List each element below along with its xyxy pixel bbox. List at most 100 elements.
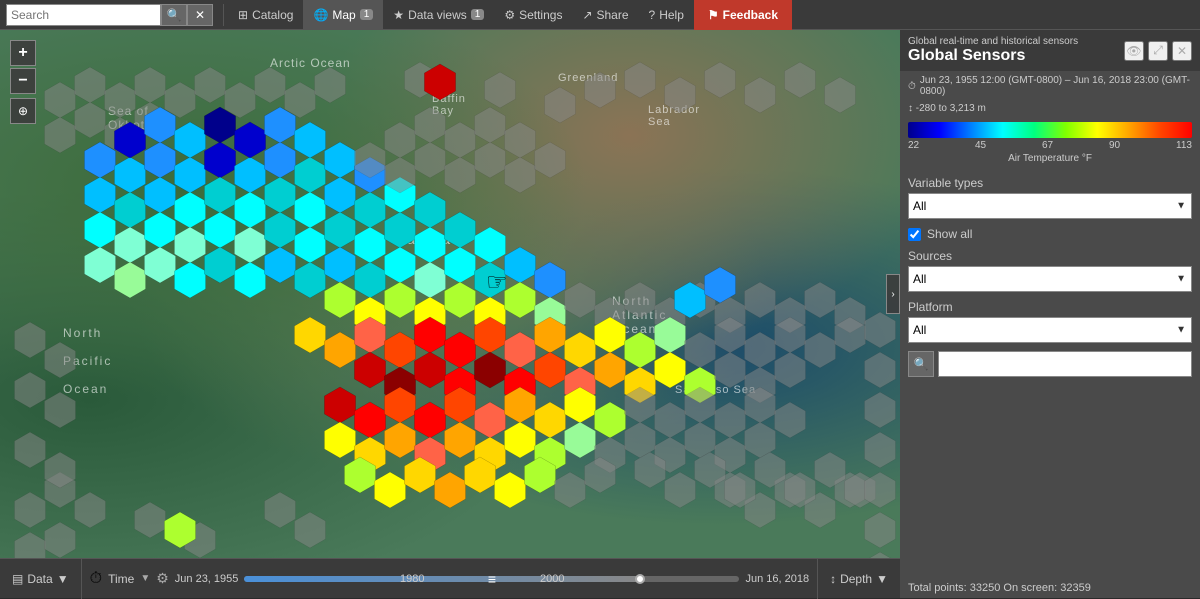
zoom-fit-button[interactable]: ⊕ (10, 98, 36, 124)
timeline-track[interactable]: ≡ (244, 576, 739, 582)
panel-search-icon: 🔍 (908, 351, 934, 377)
panel-stats: Total points: 33250 On screen: 32359 (900, 578, 1200, 598)
color-gradient (908, 122, 1192, 138)
zoom-out-button[interactable]: − (10, 68, 36, 94)
scale-label-2: 67 (1042, 140, 1053, 151)
right-panel: Global real-time and historical sensors … (900, 30, 1200, 598)
share-label: Share (597, 8, 629, 22)
depth-icon: ↕ (830, 572, 836, 586)
scale-label-4: 113 (1176, 140, 1192, 151)
catalog-icon: ⊞ (238, 8, 248, 22)
show-all-checkbox[interactable] (908, 228, 921, 241)
share-icon: ↗ (582, 8, 592, 22)
sources-select-wrapper: All ▼ (908, 266, 1192, 292)
platform-label: Platform (908, 300, 1192, 314)
timeline-marker: ≡ (488, 571, 496, 587)
variable-types-select[interactable]: All (908, 193, 1192, 219)
panel-header-left: Global real-time and historical sensors … (908, 36, 1078, 65)
settings-button[interactable]: ⚙ Settings (494, 0, 572, 30)
sources-label: Sources (908, 249, 1192, 263)
scale-label-3: 90 (1109, 140, 1120, 151)
nav-separator (223, 4, 224, 26)
depth-range-text: ↕ -280 to 3,213 m (908, 103, 986, 114)
top-navigation: 🔍 ✕ ⊞ Catalog 🌐 Map 1 ★ Data views 1 ⚙ S… (0, 0, 1200, 30)
timeline-handle[interactable] (635, 574, 645, 584)
panel-header-icons: 👁 ⤢ ✕ (1124, 41, 1192, 61)
depth-area: ↕ Depth ▼ (817, 559, 900, 599)
scale-label-0: 22 (908, 140, 919, 151)
timeline-end: Jun 16, 2018 (745, 573, 809, 585)
bottom-bar: ▤ Data ▼ ⏱ Time ▼ ⚙ Jun 23, 1955 ≡ 1980 … (0, 558, 900, 598)
variable-types-select-wrapper: All ▼ (908, 193, 1192, 219)
depth-dropdown-icon: ▼ (876, 572, 888, 586)
platform-select-wrapper: All ▼ (908, 317, 1192, 343)
search-button[interactable]: 🔍 (161, 4, 187, 26)
settings-label: Settings (519, 8, 562, 22)
time-range-text: Jun 23, 1955 12:00 (GMT-0800) – Jun 16, … (920, 75, 1192, 97)
timeline-start: Jun 23, 1955 (175, 573, 239, 585)
time-label: Time (108, 572, 134, 586)
help-icon: ? (649, 8, 656, 22)
feedback-button[interactable]: ⚑ Feedback (694, 0, 792, 30)
feedback-label: Feedback (723, 8, 778, 22)
timeline-mid2: 2000 (540, 573, 564, 585)
catalog-label: Catalog (252, 8, 293, 22)
scale-label-1: 45 (975, 140, 986, 151)
zoom-in-button[interactable]: + (10, 40, 36, 66)
time-clock-icon: ⏱ (90, 570, 102, 588)
timeline-mid1: 1980 (400, 573, 424, 585)
dataviews-label: Data views (408, 8, 467, 22)
time-dropdown-icon: ▼ (140, 573, 150, 584)
map-button[interactable]: 🌐 Map 1 (303, 0, 383, 30)
scale-labels: 22 45 67 90 113 (908, 140, 1192, 151)
panel-expand-button[interactable]: ⤢ (1148, 41, 1168, 61)
panel-time: ⏱ Jun 23, 1955 12:00 (GMT-0800) – Jun 16… (900, 71, 1200, 101)
help-button[interactable]: ? Help (639, 0, 694, 30)
panel-form: Variable types All ▼ Show all Sources Al… (900, 170, 1200, 578)
sources-row: Sources All ▼ (908, 249, 1192, 292)
data-button[interactable]: ▤ Data ▼ (0, 559, 82, 599)
star-icon: ★ (393, 8, 404, 22)
platform-select[interactable]: All (908, 317, 1192, 343)
depth-button[interactable]: ↕ Depth ▼ (817, 559, 900, 599)
panel-close-button[interactable]: ✕ (1172, 41, 1192, 61)
feedback-icon: ⚑ (708, 8, 719, 22)
show-all-row: Show all (908, 227, 1192, 241)
variable-types-row: Variable types All ▼ (908, 176, 1192, 219)
panel-header: Global real-time and historical sensors … (900, 30, 1200, 71)
clock-icon: ⏱ (908, 81, 916, 92)
search-clear-button[interactable]: ✕ (187, 4, 213, 26)
map-background (0, 30, 900, 558)
timeline-fill (244, 576, 640, 582)
panel-search-input[interactable] (938, 351, 1192, 377)
variable-types-label: Variable types (908, 176, 1192, 190)
panel-subtitle: Global real-time and historical sensors (908, 36, 1078, 47)
platform-row: Platform All ▼ (908, 300, 1192, 343)
map-area[interactable]: Arctic Ocean Sea ofOkhotsk Canada Baffin… (0, 30, 900, 558)
timeline-area: ⏱ Time ▼ ⚙ Jun 23, 1955 ≡ 1980 2000 Jun … (82, 570, 817, 588)
map-badge: 1 (360, 9, 374, 20)
settings-icon: ⚙ (504, 8, 515, 22)
search-input[interactable] (6, 4, 161, 26)
share-button[interactable]: ↗ Share (572, 0, 638, 30)
data-dropdown-icon: ▼ (57, 572, 69, 586)
help-label: Help (659, 8, 684, 22)
panel-eye-button[interactable]: 👁 (1124, 41, 1144, 61)
panel-collapse-button[interactable]: › (886, 274, 900, 314)
scale-title: Air Temperature °F (908, 153, 1192, 164)
data-icon: ▤ (12, 572, 23, 586)
zoom-controls: + − ⊕ (10, 40, 36, 124)
dataviews-badge: 1 (471, 9, 485, 20)
time-settings-button[interactable]: ⚙ (156, 570, 169, 587)
catalog-button[interactable]: ⊞ Catalog (228, 0, 303, 30)
data-label: Data (27, 572, 52, 586)
show-all-label[interactable]: Show all (927, 227, 972, 241)
dataviews-button[interactable]: ★ Data views 1 (383, 0, 494, 30)
panel-search-row: 🔍 (908, 351, 1192, 377)
color-scale: 22 45 67 90 113 Air Temperature °F (900, 116, 1200, 170)
panel-title: Global Sensors (908, 47, 1078, 65)
map-label: Map (332, 8, 355, 22)
panel-depth: ↕ -280 to 3,213 m (900, 101, 1200, 116)
sources-select[interactable]: All (908, 266, 1192, 292)
map-icon: 🌐 (313, 8, 328, 22)
